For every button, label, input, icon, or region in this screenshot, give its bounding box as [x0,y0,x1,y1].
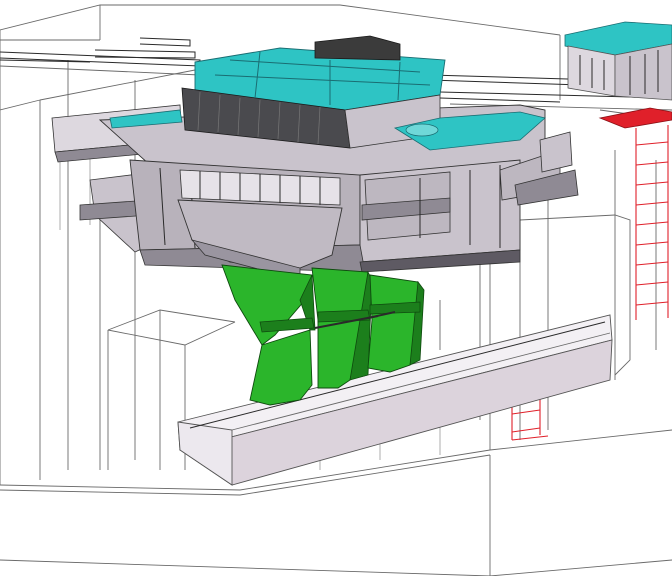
cad-model-view [0,4,672,576]
outlet-chute-middle [311,267,373,389]
distant-machine-top [564,21,672,129]
outlet-chute-right [367,274,425,373]
outlet-chute-left [221,264,316,406]
